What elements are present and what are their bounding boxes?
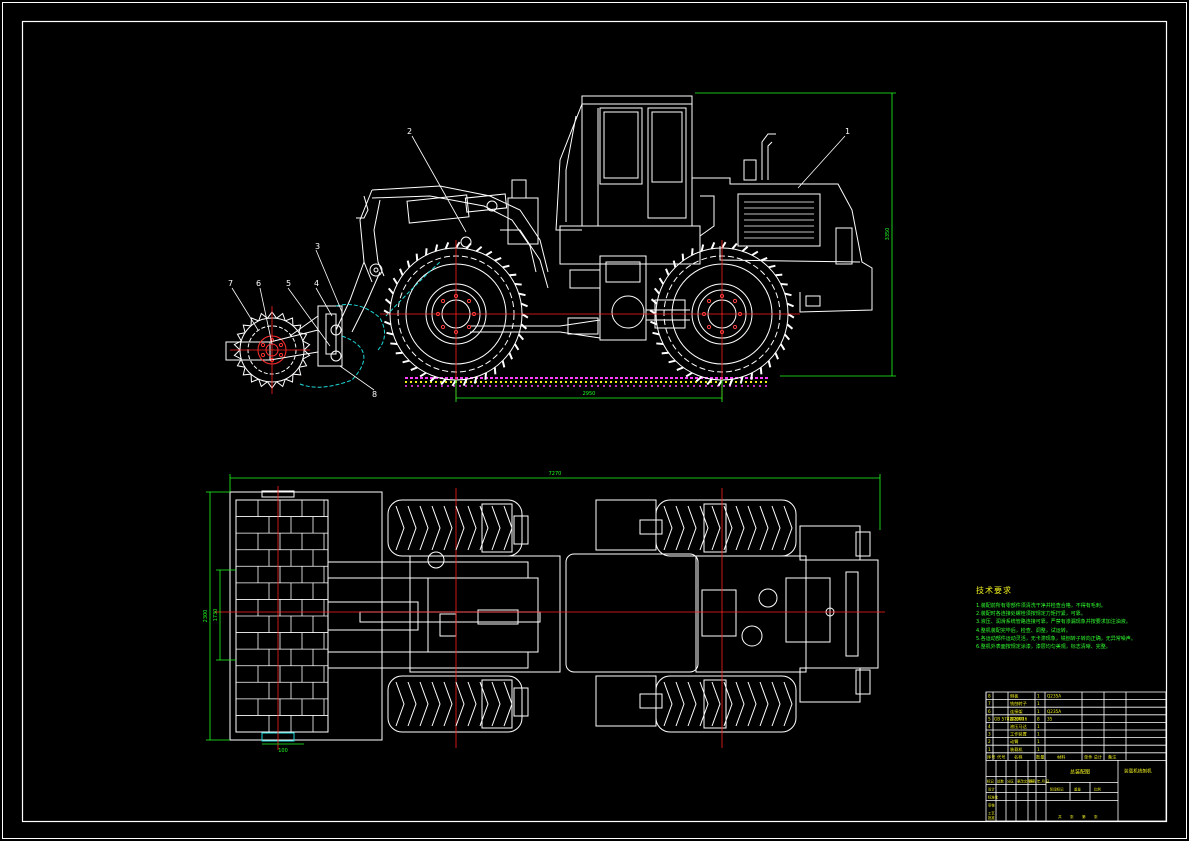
parts-row-name: 工作装置 (1010, 731, 1027, 738)
technical-requirements: 技术要求 1.装配前所有零部件须清洗干净并检查合格，不得有毛刺。 2.装配时各连… (976, 585, 1166, 651)
inner-border (21, 20, 1168, 823)
tech-req-title: 技术要求 (976, 586, 1012, 595)
balloon-7: 7 (228, 279, 233, 288)
revision-label: 处数 (997, 778, 1004, 783)
sheet-label: 第 (1082, 814, 1086, 819)
parts-row-qty: 8 (1037, 716, 1040, 721)
parts-row-no: 8 (988, 694, 991, 699)
parts-row-name: 液压马达 (1010, 723, 1028, 730)
parts-row-qty: 1 (1037, 732, 1040, 737)
balloon-5: 5 (286, 279, 291, 288)
dim-wheelbase: 2950 (583, 391, 596, 397)
parts-row-no: 3 (988, 732, 991, 737)
balloon-1: 1 (845, 127, 850, 136)
tech-req-line-1: 1.装配前所有零部件须清洗干净并检查合格，不得有毛刺。 (976, 603, 1106, 609)
parts-row-no: 2 (988, 739, 991, 744)
parts-row-name: 连接架 (1010, 708, 1023, 715)
revision-label: 年.月.日 (1037, 778, 1049, 783)
parts-row-qty: 1 (1037, 701, 1040, 706)
parts-row-qty: 1 (1037, 724, 1040, 729)
sheet-label: 张 (1094, 814, 1098, 819)
cab (555, 95, 701, 265)
engineering-drawing: 2950 3350 1 2 3 4 5 6 7 8 7270 2300 1730… (2, 2, 1187, 839)
parts-row-name: 螺栓M16 (1010, 715, 1028, 722)
parts-row-qty: 1 (1037, 747, 1040, 752)
stage-label: 阶段标记 (1050, 786, 1064, 791)
plan-drum (229, 490, 383, 742)
parts-row-name: 侧板 (1010, 693, 1019, 700)
parts-row-no: 4 (988, 724, 991, 729)
balloon-3: 3 (315, 242, 320, 251)
parts-row-qty: 1 (1037, 694, 1040, 699)
revision-label: 分区 (1007, 778, 1014, 783)
parts-header-name: 名称 (1014, 753, 1022, 760)
balloon-2: 2 (407, 127, 412, 136)
parts-row-no: 5 (988, 716, 991, 721)
stage-label: 比例 (1094, 786, 1101, 791)
balloon-4: 4 (314, 279, 319, 288)
signature-label: 审核 (988, 802, 995, 807)
parts-row-material: Q235A (1047, 694, 1061, 699)
plan-centerlines (215, 486, 885, 750)
dim-plan-drum-inner: 1730 (213, 609, 219, 622)
dim-plan-length: 7270 (549, 471, 562, 477)
parts-row-no: 1 (988, 747, 991, 752)
parts-header-material: 材料 (1057, 753, 1066, 760)
plan-front-wheels (387, 499, 529, 733)
balloon-8: 8 (372, 390, 377, 399)
signature-label: 批准 (988, 815, 995, 820)
tech-req-line-5: 5.各运动部件运动灵活，无卡滞现象，铣刨转子转向正确，无异常噪声。 (976, 635, 1136, 642)
stage-label: 重量 (1074, 786, 1081, 791)
outer-border (2, 2, 1187, 839)
dim-height: 3350 (885, 228, 891, 241)
drawing-name: 装载机铣刨机 (1124, 767, 1152, 774)
parts-header-code: 代号 (997, 753, 1005, 760)
side-view: 2950 3350 (225, 92, 896, 402)
balloon-6: 6 (256, 279, 261, 288)
parts-row-qty: 1 (1037, 709, 1040, 714)
plan-view: 7270 2300 1730 100 (203, 471, 885, 754)
plan-rear-wheels (655, 499, 797, 733)
sheet-label: 共 (1058, 814, 1062, 819)
side-dimensions (455, 92, 896, 402)
parts-row-material: Q235A (1047, 709, 1061, 714)
tech-req-line-4: 4.整机装配完毕后，检查、调整，试运转。 (976, 627, 1071, 634)
parts-header-mass: 单件 总计 (1084, 753, 1102, 760)
plan-dimensions (206, 474, 881, 745)
parts-row-no: 7 (988, 701, 991, 706)
sheet-label: 张 (1070, 814, 1074, 819)
parts-header-note: 备注 (1108, 753, 1117, 760)
engine-hood (692, 133, 873, 313)
parts-header-qty: 数量 (1036, 753, 1044, 760)
tech-req-line-3: 3.液压、润滑系统管路连接可靠，严禁有渗漏现象并按要求加注油液。 (976, 619, 1131, 626)
revision-label: 签名 (1029, 778, 1036, 783)
assembly-title: 总装配图 (1070, 768, 1090, 775)
parts-row-material: 35 (1047, 716, 1053, 721)
tech-req-line-6: 6.整机外表面按规定涂漆，漆层均匀美观，标志清晰、完整。 (976, 644, 1111, 651)
parts-row-name: 装载机 (1010, 746, 1023, 753)
signature-label: 工艺 (988, 810, 995, 815)
leader-lines (231, 135, 846, 391)
parts-row-no: 6 (988, 709, 991, 714)
side-centerlines (230, 240, 800, 400)
revision-label: 标记 (987, 778, 994, 783)
tech-req-line-2: 2.装配时各连接处螺栓须按规定力矩拧紧，可靠。 (976, 611, 1086, 618)
signature-label: 设计 (988, 786, 995, 791)
title-block: 8 侧板 1 Q235A7 铣刨转子 16 连接架 1 Q235A5 GB 5782-2000螺栓… (985, 691, 1167, 822)
parts-row-name: 铣刨转子 (1010, 700, 1027, 707)
parts-row-name: 动臂 (1010, 738, 1018, 745)
parts-header-no: 序号 (987, 753, 995, 760)
dim-plan-edge: 100 (278, 748, 288, 754)
parts-row-qty: 1 (1037, 739, 1040, 744)
dim-plan-drum-width: 2300 (203, 610, 209, 623)
signature-label: 标准化 (988, 794, 999, 799)
